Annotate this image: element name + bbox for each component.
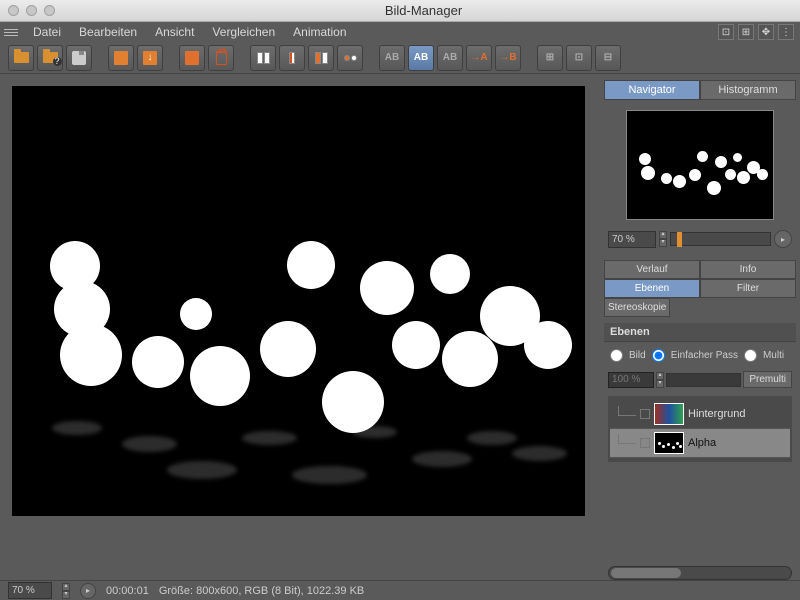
minimize-window-button[interactable] <box>26 5 37 16</box>
render-canvas <box>12 86 585 516</box>
open-button[interactable] <box>8 45 34 71</box>
nav-zoom-slider[interactable] <box>670 232 771 246</box>
status-bar: 70 % ▴▾ ▸ 00:00:01 Größe: 800x600, RGB (… <box>0 580 800 600</box>
move-icon[interactable]: ✥ <box>758 24 774 40</box>
viewport[interactable] <box>0 74 600 580</box>
tab-histogram[interactable]: Histogramm <box>700 80 796 100</box>
arrange-2-button[interactable] <box>137 45 163 71</box>
layer-thumb-alpha <box>654 432 684 454</box>
premultiply-button[interactable]: Premulti <box>743 371 792 388</box>
status-zoom-field[interactable]: 70 % <box>8 582 52 599</box>
navigator-preview[interactable] <box>626 110 774 220</box>
tab-navigator[interactable]: Navigator <box>604 80 700 100</box>
panel-tab-verlauf[interactable]: Verlauf <box>604 260 700 279</box>
layer-visibility-icon[interactable] <box>640 409 650 419</box>
layers-header: Ebenen <box>604 323 796 342</box>
channel-2-button[interactable]: ⊡ <box>566 45 592 71</box>
layer-visibility-icon[interactable] <box>640 438 650 448</box>
layer-opacity-slider[interactable] <box>666 373 741 387</box>
layer-thumb-bg <box>654 403 684 425</box>
close-window-button[interactable] <box>8 5 19 16</box>
play-button[interactable]: ▸ <box>80 583 96 599</box>
layer-opacity-spinner[interactable]: ▴▾ <box>656 372 664 388</box>
open-recent-button[interactable] <box>37 45 63 71</box>
panel-tab-stereo[interactable]: Stereoskopie <box>604 298 670 317</box>
status-zoom-spinner[interactable]: ▴▾ <box>62 583 70 599</box>
menu-vergleichen[interactable]: Vergleichen <box>203 25 284 39</box>
menu-bar: Datei Bearbeiten Ansicht Vergleichen Ani… <box>0 22 800 42</box>
nav-zoom-field[interactable]: 70 % <box>608 231 656 248</box>
channel-3-button[interactable]: ⊟ <box>595 45 621 71</box>
radio-bild[interactable] <box>610 349 623 362</box>
side-panel: Navigator Histogramm 70 % ▴▾ ▸ Verlau <box>600 74 800 580</box>
panel-tab-filter[interactable]: Filter <box>700 279 796 298</box>
nav-zoom-fit-button[interactable]: ▸ <box>774 230 792 248</box>
panel-tab-info[interactable]: Info <box>700 260 796 279</box>
delete-button[interactable] <box>208 45 234 71</box>
menu-ansicht[interactable]: Ansicht <box>146 25 203 39</box>
panel-tab-ebenen[interactable]: Ebenen <box>604 279 700 298</box>
ab-active-button[interactable]: AB <box>408 45 434 71</box>
set-a-button[interactable]: →A <box>466 45 492 71</box>
dock-icon[interactable]: ⊡ <box>718 24 734 40</box>
zoom-window-button[interactable] <box>44 5 55 16</box>
status-info: Größe: 800x600, RGB (8 Bit), 1022.39 KB <box>159 585 364 597</box>
menu-bearbeiten[interactable]: Bearbeiten <box>70 25 146 39</box>
ab-compare-button[interactable]: AB <box>437 45 463 71</box>
save-button[interactable] <box>66 45 92 71</box>
options-icon[interactable]: ⋮ <box>778 24 794 40</box>
compare-swap-button[interactable] <box>308 45 334 71</box>
nav-zoom-spinner[interactable]: ▴▾ <box>659 231 667 247</box>
horizontal-scrollbar[interactable] <box>608 566 792 580</box>
toolbar: AB AB AB →A →B ⊞ ⊡ ⊟ <box>0 42 800 74</box>
window-title: Bild-Manager <box>55 3 792 18</box>
app-menu-icon[interactable] <box>4 29 18 36</box>
layer-item-background[interactable]: Hintergrund <box>610 400 790 429</box>
status-time: 00:00:01 <box>106 585 149 597</box>
menu-datei[interactable]: Datei <box>24 25 70 39</box>
set-b-button[interactable]: →B <box>495 45 521 71</box>
channel-1-button[interactable]: ⊞ <box>537 45 563 71</box>
radio-pass[interactable] <box>652 349 665 362</box>
layer-opacity-field[interactable]: 100 % <box>608 372 654 388</box>
arrange-1-button[interactable] <box>108 45 134 71</box>
compare-diff-button[interactable] <box>337 45 363 71</box>
layers-mode-row: Bild Einfacher Pass Multi <box>604 346 796 365</box>
expand-icon[interactable]: ⊞ <box>738 24 754 40</box>
layer-item-alpha[interactable]: Alpha <box>610 429 790 458</box>
compare-split-button[interactable] <box>250 45 276 71</box>
compare-wipe-button[interactable] <box>279 45 305 71</box>
menu-animation[interactable]: Animation <box>284 25 355 39</box>
ab-button[interactable]: AB <box>379 45 405 71</box>
layer-list: Hintergrund Alpha <box>608 396 792 462</box>
window-titlebar: Bild-Manager <box>0 0 800 22</box>
radio-multi[interactable] <box>744 349 757 362</box>
collect-button[interactable] <box>179 45 205 71</box>
